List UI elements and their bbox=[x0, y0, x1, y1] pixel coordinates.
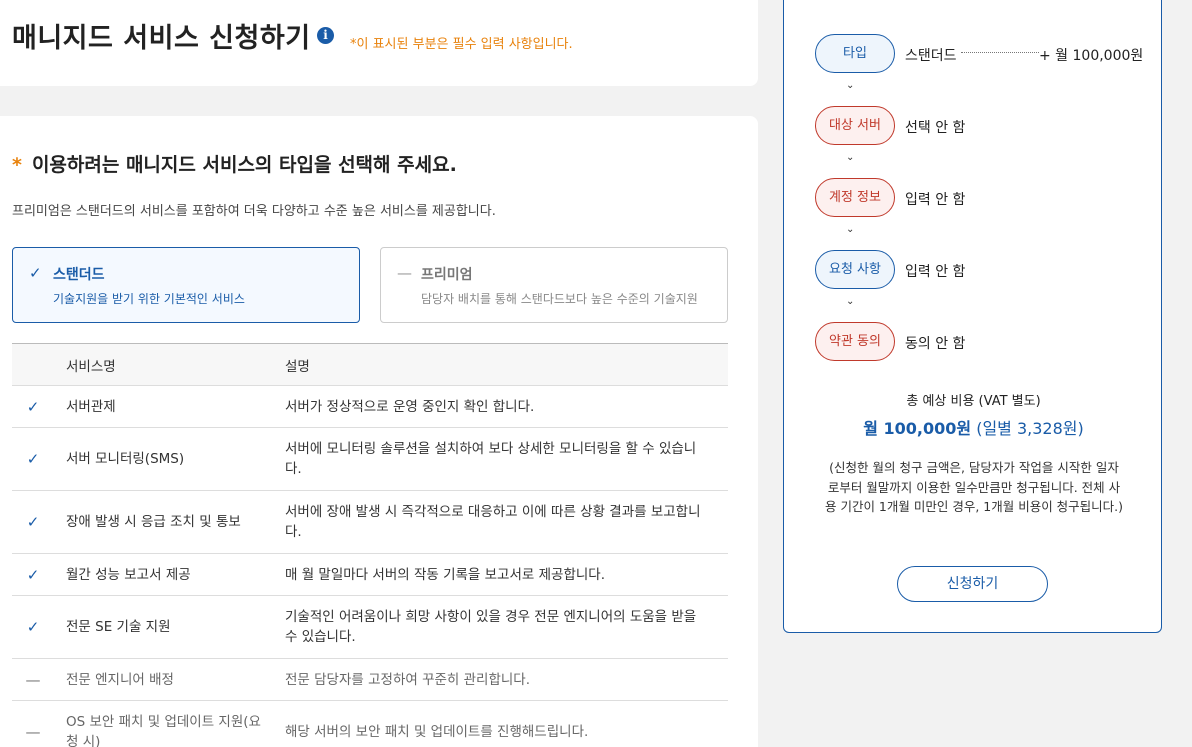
check-icon: ✓ bbox=[12, 595, 54, 659]
apply-button[interactable]: 신청하기 bbox=[897, 566, 1048, 602]
service-desc: 매 월 말일마다 서버의 작동 기록을 보고서로 제공합니다. bbox=[285, 553, 728, 596]
info-icon[interactable]: i bbox=[317, 27, 334, 44]
table-row: — OS 보안 패치 및 업데이트 지원(요청 시) 해당 서버의 보안 패치 … bbox=[12, 700, 728, 747]
type-option-standard[interactable]: ✓ 스탠더드 기술지원을 받기 위한 기본적인 서비스 bbox=[12, 247, 360, 323]
step-terms-pill[interactable]: 약관 동의 bbox=[815, 322, 895, 361]
section-title: * 이용하려는 매니지드 서비스의 타입을 선택해 주세요. bbox=[12, 150, 457, 177]
price-leader-line bbox=[961, 52, 1039, 53]
service-desc: 전문 담당자를 고정하여 꾸준히 관리합니다. bbox=[285, 658, 728, 701]
check-icon: ✓ bbox=[12, 427, 54, 491]
section-description: 프리미엄은 스탠더드의 서비스를 포함하여 더욱 다양하고 수준 높은 서비스를… bbox=[12, 204, 496, 219]
table-header-name: 서비스명 bbox=[54, 343, 285, 386]
required-star: * bbox=[12, 154, 22, 176]
step-server-pill[interactable]: 대상 서버 bbox=[815, 106, 895, 145]
type-option-desc: 담당자 배치를 통해 스탠다드보다 높은 수준의 기술지원 bbox=[421, 292, 698, 306]
page-title: 매니지드 서비스 신청하기 bbox=[12, 23, 311, 54]
check-icon: ✓ bbox=[12, 490, 54, 554]
required-note: *이 표시된 부분은 필수 입력 사항입니다. bbox=[350, 37, 573, 52]
step-terms-value: 동의 안 함 bbox=[905, 336, 966, 352]
step-account-value: 입력 안 함 bbox=[905, 192, 966, 208]
table-header-row: 서비스명 설명 bbox=[12, 343, 728, 386]
service-desc: 기술적인 어려움이나 희망 사항이 있을 경우 전문 엔지니어의 도움을 받을 … bbox=[285, 595, 728, 659]
table-row: ✓ 월간 성능 보고서 제공 매 월 말일마다 서버의 작동 기록을 보고서로 … bbox=[12, 553, 728, 596]
total-monthly: 월 100,000원 bbox=[863, 419, 972, 438]
service-name: OS 보안 패치 및 업데이트 지원(요청 시) bbox=[54, 700, 285, 747]
service-desc: 서버가 정상적으로 운영 중인지 확인 합니다. bbox=[285, 385, 728, 428]
table-row: ✓ 전문 SE 기술 지원 기술적인 어려움이나 희망 사항이 있을 경우 전문… bbox=[12, 595, 728, 659]
table-row: ✓ 서버관제 서버가 정상적으로 운영 중인지 확인 합니다. bbox=[12, 385, 728, 428]
order-summary-panel: 타입 스탠더드 + 월 100,000원 ⌄ 대상 서버 선택 안 함 ⌄ 계정… bbox=[783, 0, 1162, 633]
service-name: 서버 모니터링(SMS) bbox=[54, 427, 285, 491]
chevron-down-icon: ⌄ bbox=[846, 296, 855, 307]
type-option-premium[interactable]: — 프리미엄 담당자 배치를 통해 스탠다드보다 높은 수준의 기술지원 bbox=[380, 247, 728, 323]
step-account-pill[interactable]: 계정 정보 bbox=[815, 178, 895, 217]
section-title-text: 이용하려는 매니지드 서비스의 타입을 선택해 주세요. bbox=[31, 154, 457, 176]
total-cost: 월 100,000원 (일별 3,328원) bbox=[784, 415, 1163, 439]
dash-icon: — bbox=[12, 700, 54, 747]
step-server-value: 선택 안 함 bbox=[905, 120, 966, 136]
step-request-value: 입력 안 함 bbox=[905, 264, 966, 280]
total-cost-label: 총 예상 비용 (VAT 별도) bbox=[906, 394, 1041, 409]
service-table: 서비스명 설명 ✓ 서버관제 서버가 정상적으로 운영 중인지 확인 합니다. … bbox=[12, 343, 728, 747]
check-icon: ✓ bbox=[29, 264, 42, 282]
step-type-pill[interactable]: 타입 bbox=[815, 34, 895, 73]
chevron-down-icon: ⌄ bbox=[846, 224, 855, 235]
service-type-section: * 이용하려는 매니지드 서비스의 타입을 선택해 주세요. 프리미엄은 스탠더드… bbox=[0, 116, 758, 747]
service-name: 전문 엔지니어 배정 bbox=[54, 658, 285, 701]
step-request-pill[interactable]: 요청 사항 bbox=[815, 250, 895, 289]
service-desc: 서버에 모니터링 솔루션을 설치하여 보다 상세한 모니터링을 할 수 있습니다… bbox=[285, 427, 728, 491]
type-price: + 월 100,000원 bbox=[1039, 48, 1144, 64]
check-icon: ✓ bbox=[12, 553, 54, 596]
service-name: 월간 성능 보고서 제공 bbox=[54, 553, 285, 596]
type-option-desc: 기술지원을 받기 위한 기본적인 서비스 bbox=[53, 292, 245, 306]
service-desc: 서버에 장애 발생 시 즉각적으로 대응하고 이에 따른 상황 결과를 보고합니… bbox=[285, 490, 728, 554]
service-name: 전문 SE 기술 지원 bbox=[54, 595, 285, 659]
table-row: ✓ 장애 발생 시 응급 조치 및 통보 서버에 장애 발생 시 즉각적으로 대… bbox=[12, 490, 728, 554]
service-name: 서버관제 bbox=[54, 385, 285, 428]
dash-icon: — bbox=[397, 264, 412, 282]
table-header-icon bbox=[12, 343, 54, 386]
table-row: — 전문 엔지니어 배정 전문 담당자를 고정하여 꾸준히 관리합니다. bbox=[12, 658, 728, 701]
table-header-desc: 설명 bbox=[285, 343, 728, 386]
type-option-name: 스탠더드 bbox=[53, 267, 105, 283]
header-card: 매니지드 서비스 신청하기 i *이 표시된 부분은 필수 입력 사항입니다. bbox=[0, 0, 758, 86]
step-type-value: 스탠더드 bbox=[905, 48, 957, 64]
chevron-down-icon: ⌄ bbox=[846, 80, 855, 91]
check-icon: ✓ bbox=[12, 385, 54, 428]
total-daily: (일별 3,328원) bbox=[976, 419, 1084, 438]
chevron-down-icon: ⌄ bbox=[846, 152, 855, 163]
service-name: 장애 발생 시 응급 조치 및 통보 bbox=[54, 490, 285, 554]
billing-note: (신청한 월의 청구 금액은, 담당자가 작업을 시작한 일자로부터 월말까지 … bbox=[824, 460, 1124, 514]
service-desc: 해당 서버의 보안 패치 및 업데이트를 진행해드립니다. bbox=[285, 700, 728, 747]
dash-icon: — bbox=[12, 658, 54, 701]
type-option-name: 프리미엄 bbox=[421, 267, 473, 283]
table-row: ✓ 서버 모니터링(SMS) 서버에 모니터링 솔루션을 설치하여 보다 상세한… bbox=[12, 427, 728, 491]
